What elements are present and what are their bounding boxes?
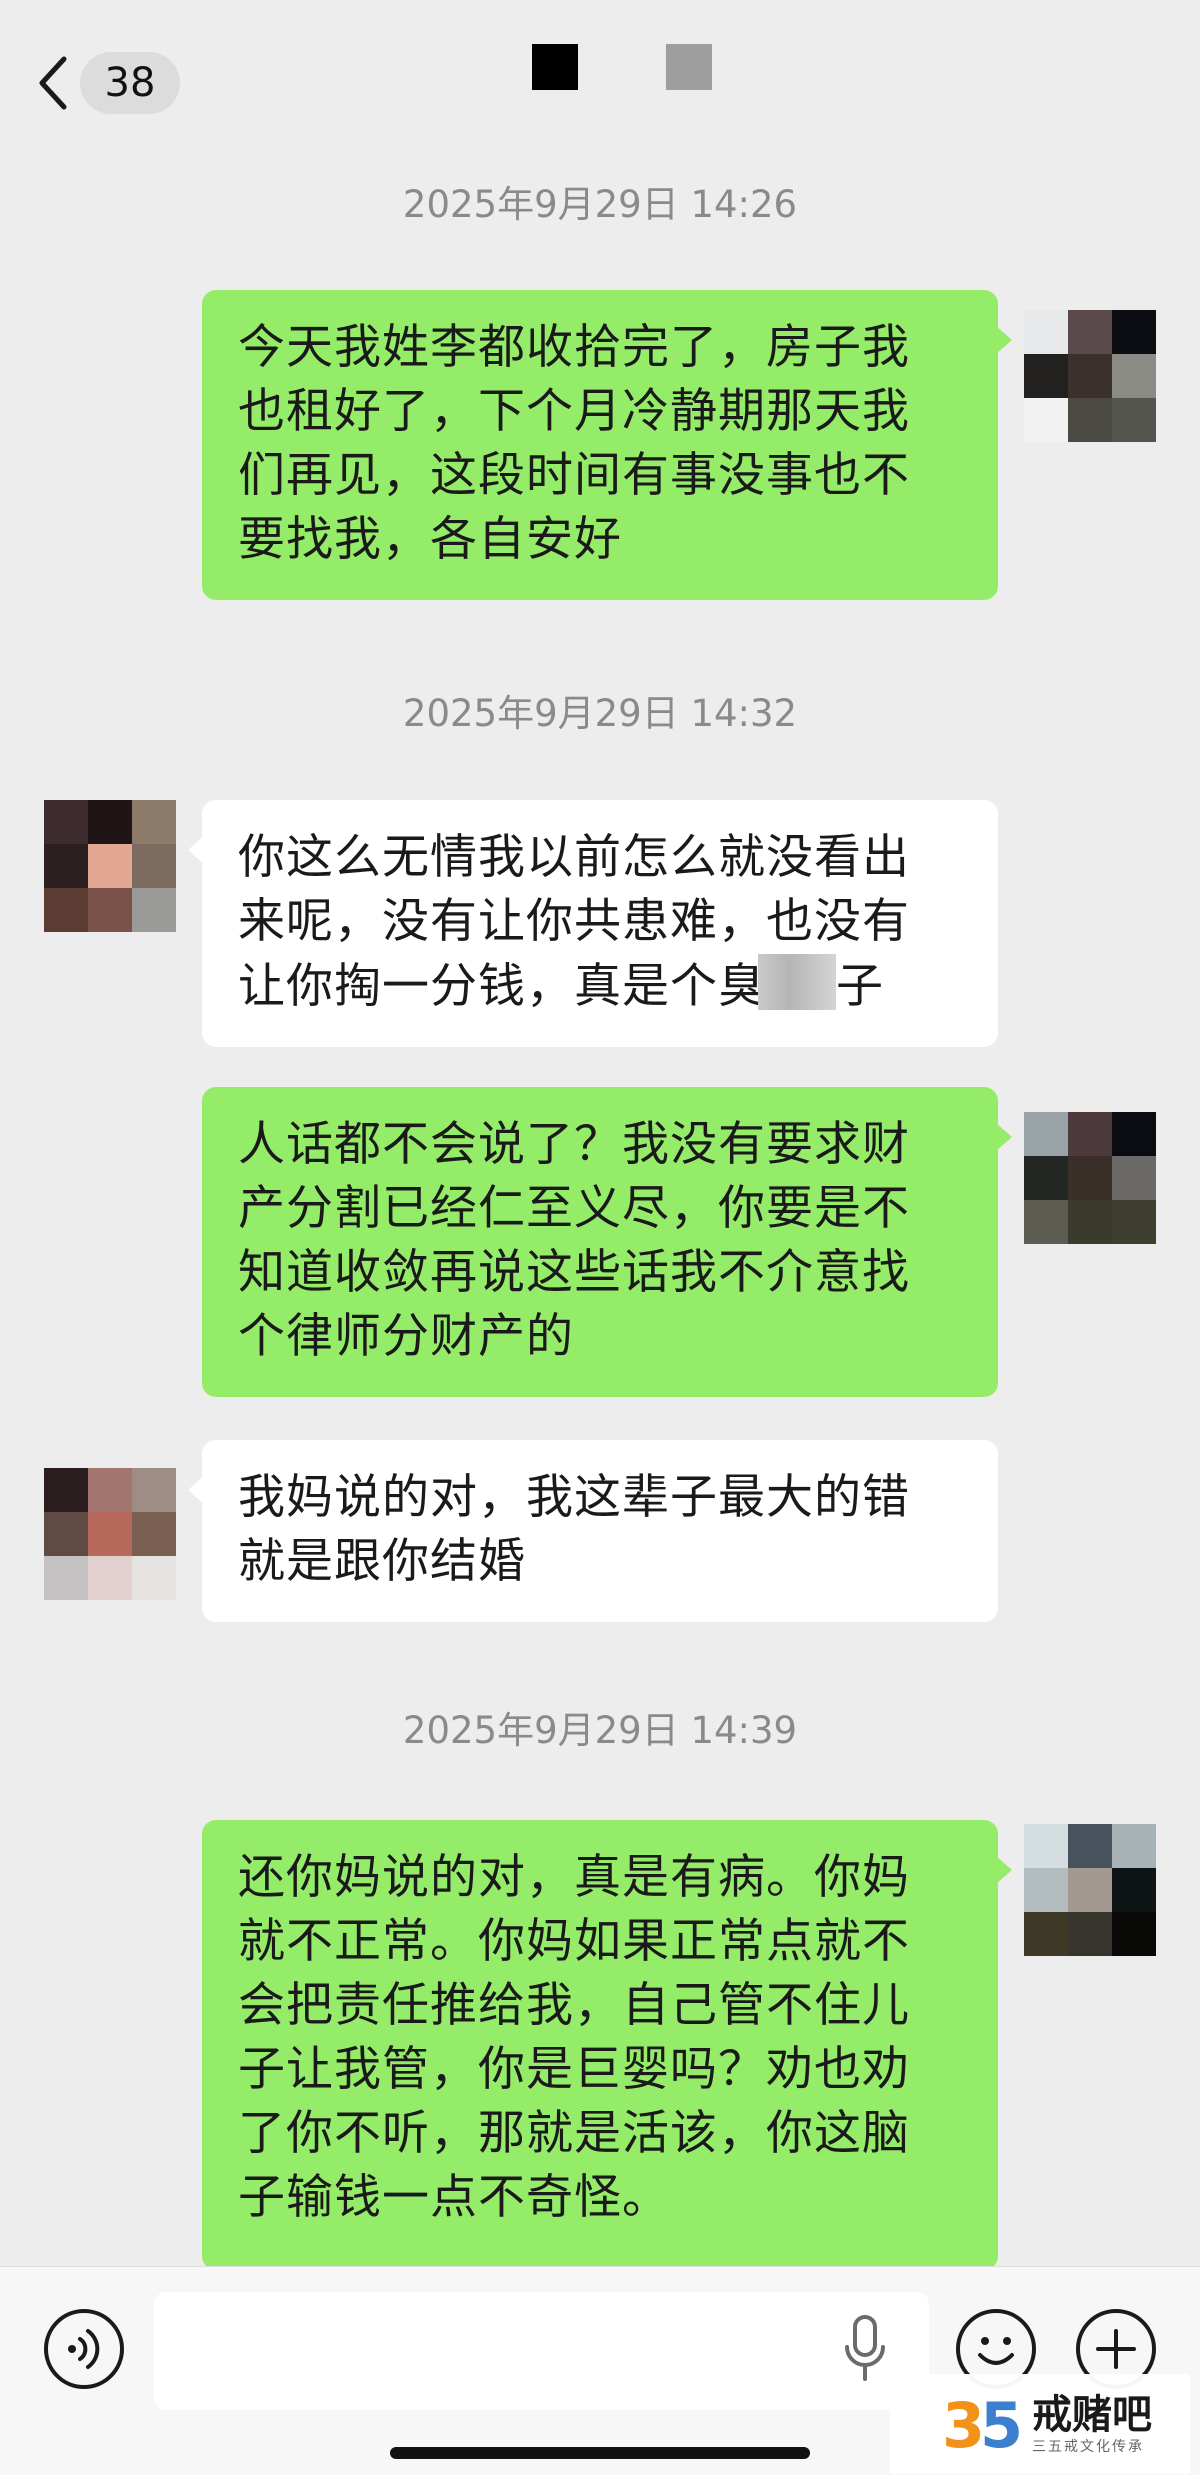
message-line: 来呢，没有让你共患难，也没有 [238, 894, 910, 949]
message-bubble-outgoing[interactable]: 人话都不会说了？我没有要求财 产分割已经仁至义尽，你要是不 知道收敛再说这些话我… [202, 1087, 1012, 1397]
message-line: 今天我姓李都收拾完了，房子我 [238, 320, 910, 375]
message-bubble-outgoing[interactable]: 今天我姓李都收拾完了，房子我 也租好了，下个月冷静期那天我 们再见，这段时间有事… [202, 290, 1012, 600]
message-line: 还你妈说的对，真是有病。你妈 [238, 1850, 910, 1905]
message-text-segment: 让你掏一分钱，真是个臭 [238, 959, 766, 1014]
message-line: 就是跟你结婚 [238, 1534, 526, 1589]
microphone-icon[interactable] [840, 2311, 890, 2391]
redacted-text-blur [758, 954, 836, 1010]
message-line: 要找我，各自安好 [238, 512, 622, 567]
avatar-self[interactable] [1024, 1824, 1156, 1956]
chat-title-redacted-2 [666, 44, 712, 90]
message-text-input[interactable] [154, 2292, 929, 2410]
avatar-contact[interactable] [44, 1468, 176, 1600]
message-line: 就不正常。你妈如果正常点就不 [238, 1914, 910, 1969]
back-button[interactable]: 38 [34, 52, 180, 114]
message-line: 让你掏一分钱，真是个臭 子 [238, 954, 962, 1019]
chevron-left-icon [39, 56, 67, 110]
unread-count-badge: 38 [80, 52, 180, 114]
voice-wave-icon [68, 2329, 100, 2369]
avatar-contact[interactable] [44, 800, 176, 932]
message-bubble-outgoing[interactable]: 还你妈说的对，真是有病。你妈 就不正常。你妈如果正常点就不 会把责任推给我，自己… [202, 1820, 1012, 2270]
voice-input-button[interactable] [44, 2309, 124, 2389]
watermark-name: 戒赌吧 [1032, 2392, 1152, 2438]
home-indicator[interactable] [390, 2447, 810, 2459]
message-line: 了你不听，那就是活该，你这脑 [238, 2106, 910, 2161]
message-text-segment: 子 [836, 959, 884, 1014]
watermark-slogan: 三五戒文化传承 [1032, 2439, 1144, 2455]
message-bubble-incoming[interactable]: 我妈说的对，我这辈子最大的错 就是跟你结婚 [188, 1440, 998, 1622]
message-line: 子输钱一点不奇怪。 [238, 2170, 670, 2225]
avatar-self[interactable] [1024, 1112, 1156, 1244]
message-line: 我妈说的对，我这辈子最大的错 [238, 1470, 910, 1525]
message-timestamp: 2025年9月29日 14:39 [402, 1709, 798, 1752]
avatar-self[interactable] [1024, 310, 1156, 442]
svg-text:5: 5 [980, 2389, 1023, 2459]
message-line: 人话都不会说了？我没有要求财 [238, 1117, 910, 1172]
logo-35-icon: 3 5 [942, 2389, 1023, 2459]
svg-text:3: 3 [942, 2389, 985, 2459]
message-line: 产分割已经仁至义尽，你要是不 [238, 1181, 910, 1236]
chat-header: 38 [0, 0, 1200, 160]
message-line: 子让我管，你是巨婴吗？劝也劝 [238, 2042, 910, 2097]
message-timestamp: 2025年9月29日 14:26 [402, 183, 798, 226]
message-line: 会把责任推给我，自己管不住儿 [238, 1978, 910, 2033]
message-timestamp: 2025年9月29日 14:32 [402, 692, 798, 735]
message-line: 们再见，这段时间有事没事也不 [238, 448, 910, 503]
message-line: 也租好了，下个月冷静期那天我 [238, 384, 910, 439]
chat-title-redacted-1 [532, 44, 578, 90]
message-line: 知道收敛再说这些话我不介意找 [238, 1245, 910, 1300]
message-bubble-incoming[interactable]: 你这么无情我以前怎么就没看出 来呢，没有让你共患难，也没有 让你掏一分钱，真是个… [188, 800, 998, 1047]
message-line: 个律师分财产的 [238, 1309, 574, 1364]
watermark-logo: 3 5 戒赌吧 三五戒文化传承 [890, 2374, 1190, 2474]
message-line: 你这么无情我以前怎么就没看出 [238, 830, 910, 885]
